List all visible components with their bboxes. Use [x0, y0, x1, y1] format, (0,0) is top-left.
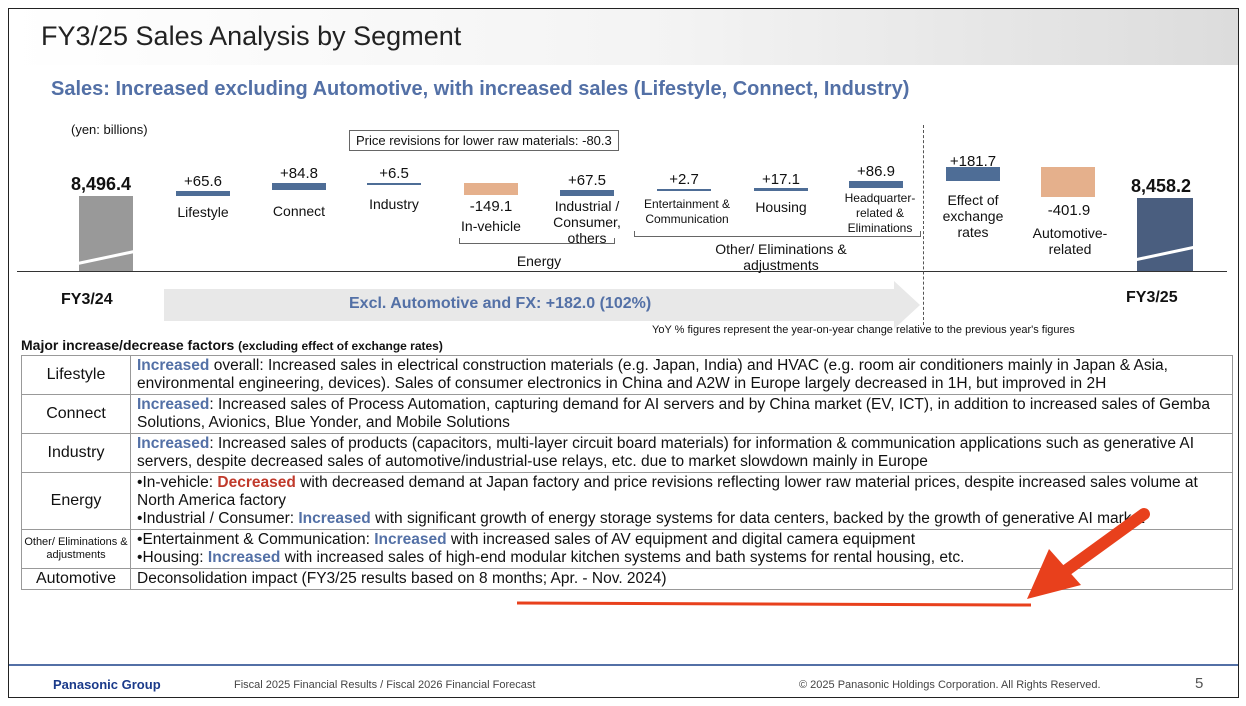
slide: FY3/25 Sales Analysis by Segment Sales: … — [8, 8, 1239, 698]
arrow-annotation-head — [1027, 549, 1081, 599]
underline-annotation — [516, 601, 1032, 607]
arrow-annotation-shaft — [1058, 508, 1150, 578]
footer-doc-title: Fiscal 2025 Financial Results / Fiscal 2… — [234, 679, 536, 691]
page-number: 5 — [1195, 675, 1204, 692]
footer-copyright: © 2025 Panasonic Holdings Corporation. A… — [799, 679, 1101, 691]
annotation-overlay — [516, 508, 1150, 607]
footer-divider — [9, 664, 1238, 666]
brand-logo: Panasonic Group — [53, 677, 161, 692]
